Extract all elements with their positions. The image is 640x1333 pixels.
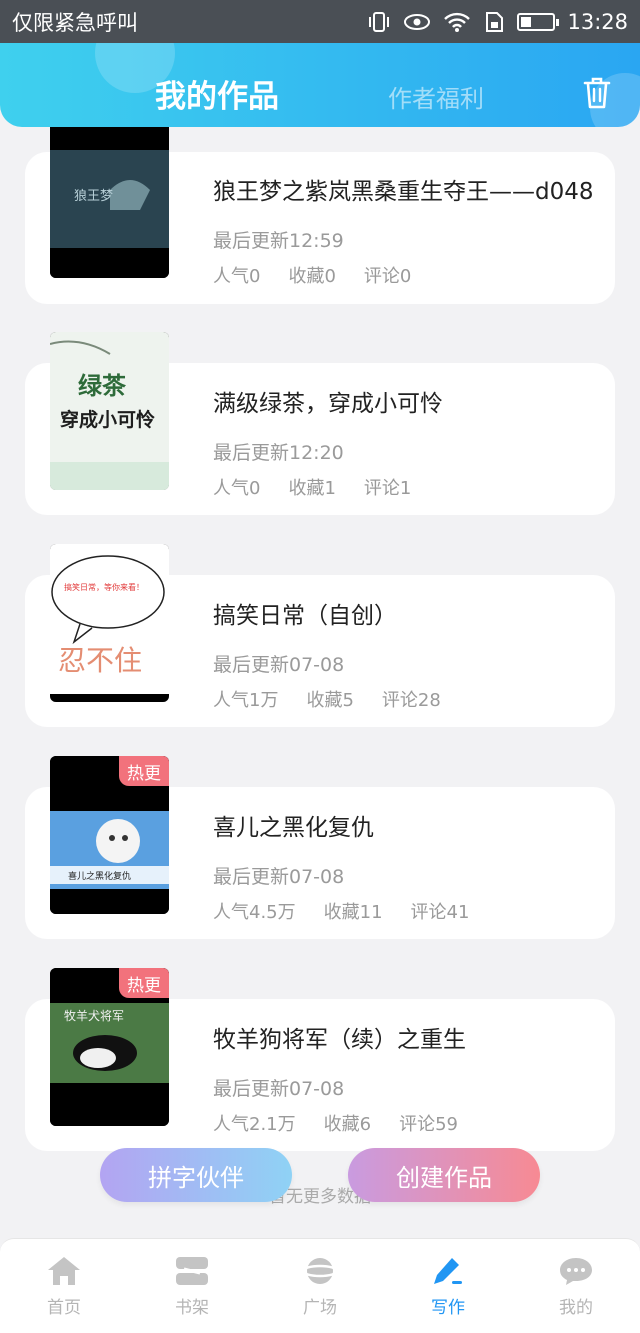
last-updated: 最后更新12:59 — [213, 230, 344, 252]
favorites-count: 收藏5 — [306, 690, 354, 711]
nav-label: 我的 — [559, 1297, 593, 1318]
cover-title: 搞笑日常，等你来看！ — [64, 582, 144, 592]
comments-count: 评论1 — [363, 478, 412, 499]
work-title[interactable]: 狼王梦之紫岚黑桑重生夺王——d048 — [213, 172, 594, 206]
nav-label: 写作 — [431, 1297, 465, 1318]
sim-icon — [486, 11, 504, 32]
last-updated: 最后更新12:20 — [213, 442, 344, 464]
book-cover[interactable]: 搞笑日常，等你来看！ 忍不住 — [50, 544, 169, 702]
nav-item-home[interactable]: 首页 — [0, 1239, 128, 1333]
comments-count: 评论41 — [410, 902, 470, 923]
hot-badge: 热更 — [119, 968, 169, 998]
cover-art: 狼王梦 — [50, 120, 169, 278]
cover-art: 搞笑日常，等你来看！ 忍不住 — [50, 544, 169, 702]
work-stats: 人气4.5万 收藏11 评论41 — [213, 898, 469, 924]
planet-icon — [302, 1257, 338, 1284]
svg-text:忍不住: 忍不住 — [58, 644, 142, 677]
work-stats: 人气0 收藏1 评论1 — [213, 474, 411, 500]
status-icons: 13:28 — [367, 10, 628, 34]
favorites-count: 收藏6 — [323, 1114, 372, 1135]
hot-badge: 热更 — [119, 756, 169, 786]
favorites-count: 收藏1 — [288, 478, 336, 499]
battery-icon — [517, 12, 560, 31]
book-cover[interactable]: 狼王梦 — [50, 120, 169, 278]
home-icon — [48, 1256, 80, 1285]
work-title[interactable]: 喜儿之黑化复仇 — [213, 808, 374, 842]
cover-art: 绿茶 穿成小可怜 — [50, 332, 169, 490]
nav-item-bookshelf[interactable]: 书架 — [128, 1239, 256, 1333]
favorites-count: 收藏0 — [288, 266, 336, 287]
work-title[interactable]: 牧羊狗将军（续）之重生 — [213, 1020, 466, 1054]
work-item[interactable]: 喜儿之黑化复仇 热更 喜儿之黑化复仇 最后更新07-08 人气4.5万 收藏11… — [0, 756, 640, 970]
svg-text:绿茶: 绿茶 — [78, 371, 127, 400]
popularity-count: 人气0 — [213, 478, 261, 499]
no-more-data-text: 暂无更多数据 — [269, 1187, 371, 1207]
work-stats: 人气2.1万 收藏6 评论59 — [213, 1110, 458, 1136]
nav-label: 广场 — [303, 1297, 337, 1318]
writing-partner-button[interactable]: 拼字伙伴 — [100, 1148, 292, 1202]
bottom-nav: 首页 书架 广场 写作 我的 — [0, 1238, 640, 1333]
vibrate-icon — [369, 11, 390, 32]
tab-my-works[interactable]: 我的作品 — [155, 71, 279, 116]
work-item[interactable]: 牧羊犬将军 热更 牧羊狗将军（续）之重生 最后更新07-08 人气2.1万 收藏… — [0, 968, 640, 1182]
book-cover[interactable]: 绿茶 穿成小可怜 — [50, 332, 169, 490]
cover-title: 狼王梦 — [74, 189, 113, 204]
eye-icon — [404, 13, 431, 30]
popularity-count: 人气4.5万 — [213, 902, 296, 923]
status-bar: 仅限紧急呼叫 13:28 — [0, 0, 640, 43]
last-updated: 最后更新07-08 — [213, 1078, 345, 1100]
nav-item-write[interactable]: 写作 — [384, 1239, 512, 1333]
tab-author-welfare[interactable]: 作者福利 — [388, 79, 484, 114]
trash-icon[interactable] — [582, 76, 612, 110]
create-work-button[interactable]: 创建作品 — [348, 1148, 540, 1202]
cover-title: 喜儿之黑化复仇 — [68, 870, 131, 882]
nav-item-me[interactable]: 我的 — [512, 1239, 640, 1333]
comments-count: 评论0 — [363, 266, 412, 287]
works-list: 狼王梦 狼王梦之紫岚黑桑重生夺王——d048 最后更新12:59 人气0 收藏0… — [0, 120, 640, 1182]
comments-count: 评论59 — [399, 1114, 458, 1135]
popularity-count: 人气0 — [213, 266, 261, 287]
work-title[interactable]: 搞笑日常（自创） — [213, 596, 397, 630]
popularity-count: 人气2.1万 — [213, 1114, 296, 1135]
cover-title: 牧羊犬将军 — [64, 1008, 124, 1023]
work-title[interactable]: 满级绿茶，穿成小可怜 — [213, 384, 443, 418]
book-cover[interactable]: 牧羊犬将军 热更 — [50, 968, 169, 1126]
work-stats: 人气0 收藏0 评论0 — [213, 262, 411, 288]
header: 我的作品 作者福利 — [0, 43, 640, 127]
work-stats: 人气1万 收藏5 评论28 — [213, 686, 441, 712]
bookshelf-icon — [176, 1256, 208, 1285]
nav-label: 书架 — [175, 1297, 209, 1318]
clock-time: 13:28 — [567, 9, 628, 34]
last-updated: 最后更新07-08 — [213, 866, 345, 888]
work-item[interactable]: 绿茶 穿成小可怜 满级绿茶，穿成小可怜 最后更新12:20 人气0 收藏1 评论… — [0, 332, 640, 546]
comments-count: 评论28 — [381, 690, 441, 711]
carrier-text: 仅限紧急呼叫 — [12, 10, 138, 35]
work-item[interactable]: 狼王梦 狼王梦之紫岚黑桑重生夺王——d048 最后更新12:59 人气0 收藏0… — [0, 120, 640, 334]
pen-icon — [434, 1257, 462, 1284]
nav-item-plaza[interactable]: 广场 — [256, 1239, 384, 1333]
work-item[interactable]: 搞笑日常，等你来看！ 忍不住 搞笑日常（自创） 最后更新07-08 人气1万 收… — [0, 544, 640, 758]
popularity-count: 人气1万 — [213, 690, 279, 711]
book-cover[interactable]: 喜儿之黑化复仇 热更 — [50, 756, 169, 914]
favorites-count: 收藏11 — [323, 902, 383, 923]
chat-icon — [560, 1257, 592, 1285]
last-updated: 最后更新07-08 — [213, 654, 345, 676]
wifi-icon — [444, 12, 471, 32]
nav-label: 首页 — [47, 1297, 81, 1318]
svg-text:穿成小可怜: 穿成小可怜 — [60, 408, 155, 431]
